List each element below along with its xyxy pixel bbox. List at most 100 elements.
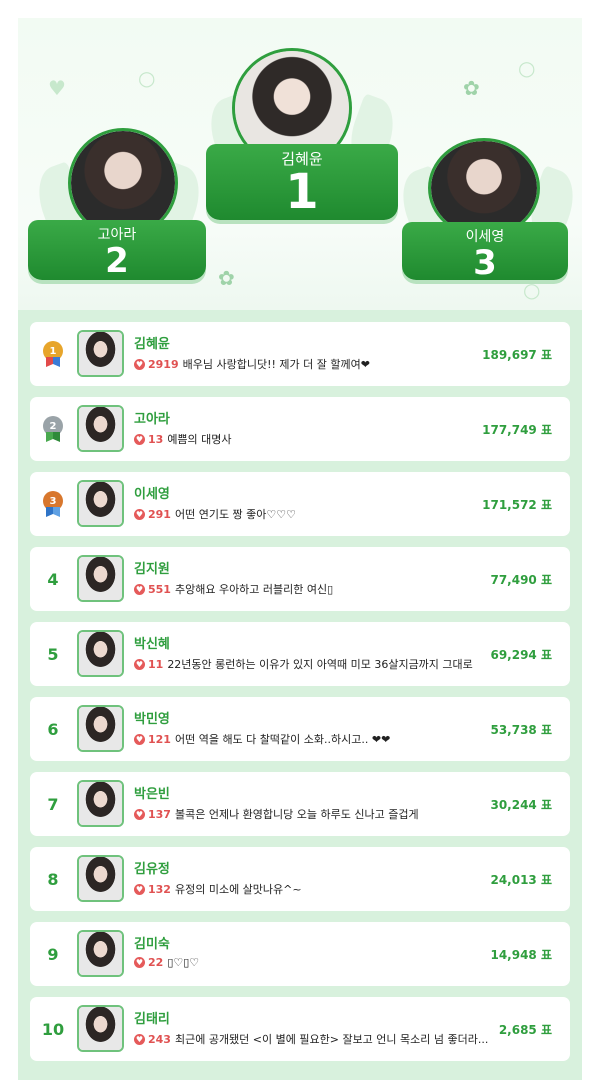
ranking-row[interactable]: 2 고아라 ♥ 13 예쁨의 대명사 177,749 표 (30, 397, 570, 461)
ranking-row[interactable]: 6 박민영 ♥ 121 어떤 역을 해도 다 찰떡같이 소화..하시고.. ❤❤ 53,7… (30, 697, 570, 761)
heart-icon: ♥ (134, 1033, 145, 1045)
heart-icon: ♥ (134, 508, 145, 520)
vote-count: 177,749 표 (482, 422, 552, 437)
like-count: 551 (148, 582, 171, 596)
comment-text: ▯♡▯♡ (167, 956, 200, 969)
heart-icon: ♥ (134, 733, 145, 745)
avatar (77, 1005, 124, 1052)
actor-name: 박은빈 (134, 787, 170, 802)
actor-name: 김미숙 (134, 937, 170, 952)
silver-medal-icon: 2 (42, 416, 64, 444)
bronze-medal-icon: 3 (42, 491, 64, 519)
podium-section: ♥ ○ ✿ ○ ✿ ○ 고아라 2 김혜윤 1 이세영 3 (18, 18, 582, 310)
ranking-row[interactable]: 5 박신혜 ♥ 11 22년동안 롱런하는 이유가 있지 아역때 미모 36살지금까지 … (30, 622, 570, 686)
podium-banner: 이세영 3 (402, 222, 568, 280)
podium-rank: 2 (105, 241, 129, 281)
podium-banner: 고아라 2 (28, 220, 206, 280)
like-count: 11 (148, 657, 164, 671)
vote-count: 30,244 표 (490, 797, 552, 812)
rank-number: 7 (47, 794, 59, 814)
ranking-row[interactable]: 1 김혜윤 ♥ 2919 배우님 사랑합니닷!! 제가 더 잘 할께여❤ 189,697 … (30, 322, 570, 386)
actor-name: 김혜윤 (134, 337, 170, 352)
like-count: 121 (148, 732, 171, 746)
avatar (77, 705, 124, 752)
like-count: 22 (148, 956, 164, 969)
ranking-row[interactable]: 8 김유정 ♥ 132 유정의 미소에 살맛나유^~ 24,013 표 (30, 847, 570, 911)
ranking-row[interactable]: 9 김미숙 ♥ 22 ▯♡▯♡ 14,948 표 (30, 922, 570, 986)
podium-second[interactable]: 고아라 2 (28, 128, 218, 288)
actor-name: 김유정 (134, 862, 170, 877)
rank-number: 10 (41, 1019, 65, 1039)
avatar (77, 405, 124, 452)
podium-third[interactable]: 이세영 3 (393, 138, 582, 288)
like-count: 13 (148, 432, 164, 446)
comment-text: 어떤 연기도 짱 좋아♡♡♡ (174, 508, 297, 521)
like-count: 243 (148, 1032, 171, 1046)
heart-icon: ♥ (134, 433, 145, 445)
heart-icon: ♥ (134, 883, 145, 895)
like-count: 291 (148, 507, 171, 521)
vote-count: 24,013 표 (490, 872, 552, 887)
gold-medal-icon: 1 (42, 341, 64, 369)
actor-name: 김태리 (134, 1012, 170, 1027)
vote-count: 14,948 표 (490, 947, 552, 962)
top-comment: ♥ 132 유정의 미소에 살맛나유^~ (134, 881, 504, 897)
circle-decoration-icon: ○ (518, 56, 536, 80)
avatar (77, 630, 124, 677)
heart-icon: ♥ (134, 808, 145, 820)
vote-count: 53,738 표 (490, 722, 552, 737)
circle-decoration-icon: ○ (138, 66, 156, 90)
top-comment: ♥ 291 어떤 연기도 짱 좋아♡♡♡ (134, 506, 504, 522)
top-comment: ♥ 13 예쁨의 대명사 (134, 431, 504, 447)
actor-name: 고아라 (134, 412, 170, 427)
like-count: 2919 (148, 357, 179, 371)
like-count: 137 (148, 807, 171, 821)
ranking-row[interactable]: 7 박은빈 ♥ 137 볼콕은 언제나 환영합니당 오늘 하루도 신나고 즐겁게 30,2… (30, 772, 570, 836)
like-count: 132 (148, 882, 171, 896)
avatar (77, 780, 124, 827)
podium-first[interactable]: 김혜윤 1 (201, 40, 403, 220)
top-comment: ♥ 121 어떤 역을 해도 다 찰떡같이 소화..하시고.. ❤❤ (134, 731, 504, 747)
rank-number: 4 (47, 569, 59, 589)
vote-count: 189,697 표 (482, 347, 552, 362)
avatar (77, 555, 124, 602)
rank-number: 8 (47, 869, 59, 889)
vote-count: 77,490 표 (490, 572, 552, 587)
ranking-row[interactable]: 10 김태리 ♥ 243 최근에 공개됐던 <이 별에 필요한> 잘보고 언니 목소리 … (30, 997, 570, 1061)
ranking-row[interactable]: 4 김지원 ♥ 551 추앙해요 우아하고 러블리한 여신▯ 77,490 표 (30, 547, 570, 611)
heart-icon: ♥ (134, 957, 145, 968)
comment-text: 볼콕은 언제나 환영합니당 오늘 하루도 신나고 즐겁게 (174, 808, 419, 821)
actor-name: 박신혜 (134, 637, 170, 652)
comment-text: 22년동안 롱런하는 이유가 있지 아역때 미모 36살지금까지 그대로 (167, 658, 473, 671)
avatar (77, 480, 124, 527)
comment-text: 최근에 공개됐던 <이 별에 필요한> 잘보고 언니 목소리 넘 좋더라... (174, 1033, 489, 1046)
comment-text: 어떤 역을 해도 다 찰떡같이 소화..하시고.. ❤❤ (174, 733, 391, 746)
top-comment: ♥ 22 ▯♡▯♡ (134, 956, 504, 969)
ranking-row[interactable]: 3 이세영 ♥ 291 어떤 연기도 짱 좋아♡♡♡ 171,572 표 (30, 472, 570, 536)
actor-name: 김지원 (134, 562, 170, 577)
top-comment: ♥ 137 볼콕은 언제나 환영합니당 오늘 하루도 신나고 즐겁게 (134, 806, 504, 822)
vote-count: 171,572 표 (482, 497, 552, 512)
rank-number: 9 (47, 944, 59, 964)
comment-text: 예쁨의 대명사 (167, 433, 232, 446)
heart-icon: ♥ (134, 583, 145, 595)
comment-text: 배우님 사랑합니닷!! 제가 더 잘 할께여❤ (182, 358, 370, 371)
flower-decoration-icon: ✿ (463, 76, 480, 100)
top-comment: ♥ 2919 배우님 사랑합니닷!! 제가 더 잘 할께여❤ (134, 356, 504, 372)
top-comment: ♥ 11 22년동안 롱런하는 이유가 있지 아역때 미모 36살지금까지 그대로 (134, 656, 504, 672)
avatar (77, 930, 124, 977)
top-comment: ♥ 243 최근에 공개됐던 <이 별에 필요한> 잘보고 언니 목소리 넘 좋더라… (134, 1031, 504, 1047)
rank-number: 6 (47, 719, 59, 739)
heart-icon: ♥ (134, 658, 145, 670)
comment-text: 유정의 미소에 살맛나유^~ (174, 883, 302, 896)
rank-number: 5 (47, 644, 59, 664)
vote-count: 69,294 표 (490, 647, 552, 662)
actor-name: 이세영 (134, 487, 170, 502)
heart-decoration-icon: ♥ (48, 76, 66, 100)
avatar (77, 855, 124, 902)
top-comment: ♥ 551 추앙해요 우아하고 러블리한 여신▯ (134, 581, 504, 597)
vote-count: 2,685 표 (498, 1022, 552, 1037)
actor-name: 박민영 (134, 712, 170, 727)
podium-banner: 김혜윤 1 (206, 144, 398, 220)
avatar (77, 330, 124, 377)
